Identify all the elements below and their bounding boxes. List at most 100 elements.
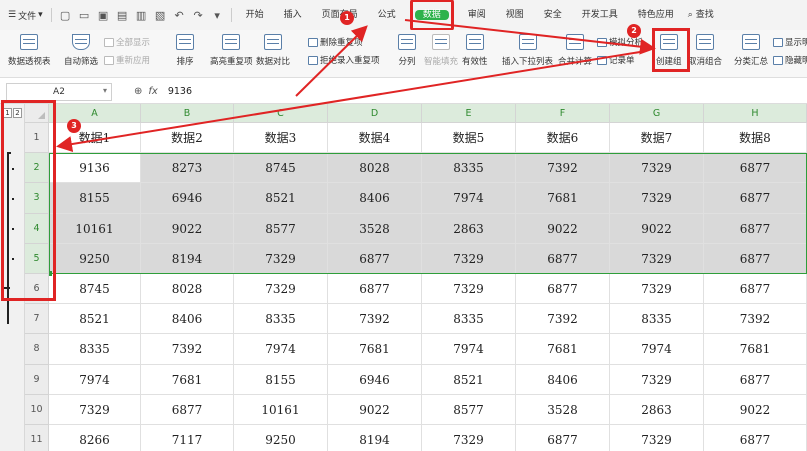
table-cell[interactable]: 6877: [516, 425, 610, 451]
outline-collapse-button[interactable]: [4, 287, 10, 289]
reject-duplicates-button[interactable]: 拒绝录入重复项: [308, 54, 380, 66]
table-cell[interactable]: 7681: [516, 183, 610, 214]
table-cell[interactable]: 7117: [141, 425, 234, 451]
table-cell[interactable]: 8335: [610, 304, 704, 335]
select-all-corner[interactable]: [25, 104, 49, 123]
validation-button[interactable]: 有效性: [462, 34, 488, 67]
table-cell[interactable]: 6877: [328, 274, 422, 305]
table-cell[interactable]: 6877: [516, 274, 610, 305]
record-form-button[interactable]: 记录单: [597, 54, 635, 66]
header-cell[interactable]: 数据6: [516, 123, 610, 154]
new-file-icon[interactable]: ▢: [59, 9, 72, 22]
table-cell[interactable]: 8335: [49, 334, 141, 365]
table-cell[interactable]: 8266: [49, 425, 141, 451]
print-preview-icon[interactable]: ▥: [135, 9, 148, 22]
hide-detail-button[interactable]: 隐藏明细: [773, 54, 807, 66]
table-cell[interactable]: 8194: [328, 425, 422, 451]
table-cell[interactable]: 8577: [422, 394, 516, 425]
table-cell[interactable]: 7681: [141, 364, 234, 395]
column-header-e[interactable]: E: [422, 104, 516, 123]
sort-button[interactable]: 排序: [176, 34, 194, 67]
create-group-button[interactable]: 创建组: [656, 34, 682, 67]
show-all-button[interactable]: 全部显示: [104, 36, 150, 48]
table-cell[interactable]: 9022: [704, 394, 807, 425]
table-cell[interactable]: 8406: [328, 183, 422, 214]
table-cell[interactable]: 7329: [49, 394, 141, 425]
subtotal-button[interactable]: 分类汇总: [734, 34, 768, 67]
table-cell[interactable]: 7329: [422, 425, 516, 451]
table-cell[interactable]: 8335: [422, 153, 516, 184]
table-cell[interactable]: 6877: [704, 274, 807, 305]
table-cell[interactable]: 10161: [49, 213, 141, 244]
table-cell[interactable]: 7974: [610, 334, 704, 365]
table-cell[interactable]: 7974: [422, 183, 516, 214]
what-if-analysis-button[interactable]: 模拟分析: [597, 36, 643, 48]
open-folder-icon[interactable]: ▭: [78, 9, 91, 22]
column-header-f[interactable]: F: [516, 104, 610, 123]
row-header-8[interactable]: 8: [25, 334, 49, 365]
zoom-icon[interactable]: ⊕: [134, 86, 142, 97]
table-cell[interactable]: 8406: [516, 364, 610, 395]
table-cell[interactable]: 8406: [141, 304, 234, 335]
table-cell[interactable]: 8335: [422, 304, 516, 335]
table-cell[interactable]: 7392: [328, 304, 422, 335]
column-header-g[interactable]: G: [610, 104, 704, 123]
table-cell[interactable]: 7329: [610, 274, 704, 305]
show-detail-button[interactable]: 显示明细: [773, 36, 807, 48]
row-header-5[interactable]: 5: [25, 243, 49, 274]
table-cell[interactable]: 7392: [516, 153, 610, 184]
table-cell[interactable]: 6877: [704, 153, 807, 184]
table-cell[interactable]: 8521: [422, 364, 516, 395]
row-header-6[interactable]: 6: [25, 274, 49, 305]
table-cell[interactable]: 7329: [234, 274, 328, 305]
tab-developer[interactable]: 开发工具: [572, 4, 628, 26]
outline-level-1-button[interactable]: 1: [3, 108, 12, 118]
tab-formulas[interactable]: 公式: [368, 4, 406, 26]
table-cell[interactable]: 6877: [328, 243, 422, 274]
highlight-duplicates-button[interactable]: 高亮重复项: [210, 34, 253, 67]
table-cell[interactable]: 6877: [704, 183, 807, 214]
name-box[interactable]: A2 ▾: [6, 82, 112, 101]
table-cell[interactable]: 8745: [49, 274, 141, 305]
row-header-10[interactable]: 10: [25, 394, 49, 425]
table-cell[interactable]: 7392: [704, 304, 807, 335]
table-cell[interactable]: 7681: [328, 334, 422, 365]
header-cell[interactable]: 数据8: [704, 123, 807, 154]
save-icon[interactable]: ▣: [97, 9, 110, 22]
table-cell[interactable]: 6946: [328, 364, 422, 395]
table-cell[interactable]: 8155: [49, 183, 141, 214]
table-cell[interactable]: 7974: [234, 334, 328, 365]
row-header-9[interactable]: 9: [25, 364, 49, 395]
table-cell[interactable]: 7392: [141, 334, 234, 365]
smart-fill-button[interactable]: 智能填充: [424, 34, 458, 67]
pivot-table-button[interactable]: 数据透视表: [8, 34, 51, 67]
table-cell[interactable]: 3528: [328, 213, 422, 244]
table-cell[interactable]: 9022: [610, 213, 704, 244]
table-cell[interactable]: 7974: [49, 364, 141, 395]
table-cell[interactable]: 7329: [234, 243, 328, 274]
table-cell[interactable]: 7392: [516, 304, 610, 335]
table-cell[interactable]: 7681: [704, 334, 807, 365]
tab-insert[interactable]: 插入: [274, 4, 312, 26]
table-cell[interactable]: 7329: [610, 364, 704, 395]
table-cell[interactable]: 8028: [141, 274, 234, 305]
data-compare-button[interactable]: 数据对比: [256, 34, 290, 67]
table-cell[interactable]: 7329: [610, 153, 704, 184]
undo-icon[interactable]: ↶: [173, 9, 186, 22]
table-cell[interactable]: 9136: [49, 153, 141, 184]
consolidate-button[interactable]: 合并计算: [558, 34, 592, 67]
header-cell[interactable]: 数据2: [141, 123, 234, 154]
table-cell[interactable]: 9022: [141, 213, 234, 244]
header-cell[interactable]: 数据5: [422, 123, 516, 154]
table-cell[interactable]: 8521: [234, 183, 328, 214]
table-cell[interactable]: 2863: [422, 213, 516, 244]
tab-home[interactable]: 开始: [236, 4, 274, 26]
print-icon[interactable]: ▤: [116, 9, 129, 22]
formula-input[interactable]: 9136: [168, 86, 192, 97]
row-header-3[interactable]: 3: [25, 183, 49, 214]
table-cell[interactable]: 6877: [704, 243, 807, 274]
header-cell[interactable]: 数据3: [234, 123, 328, 154]
table-cell[interactable]: 8028: [328, 153, 422, 184]
table-cell[interactable]: 7329: [422, 274, 516, 305]
export-icon[interactable]: ▧: [154, 9, 167, 22]
